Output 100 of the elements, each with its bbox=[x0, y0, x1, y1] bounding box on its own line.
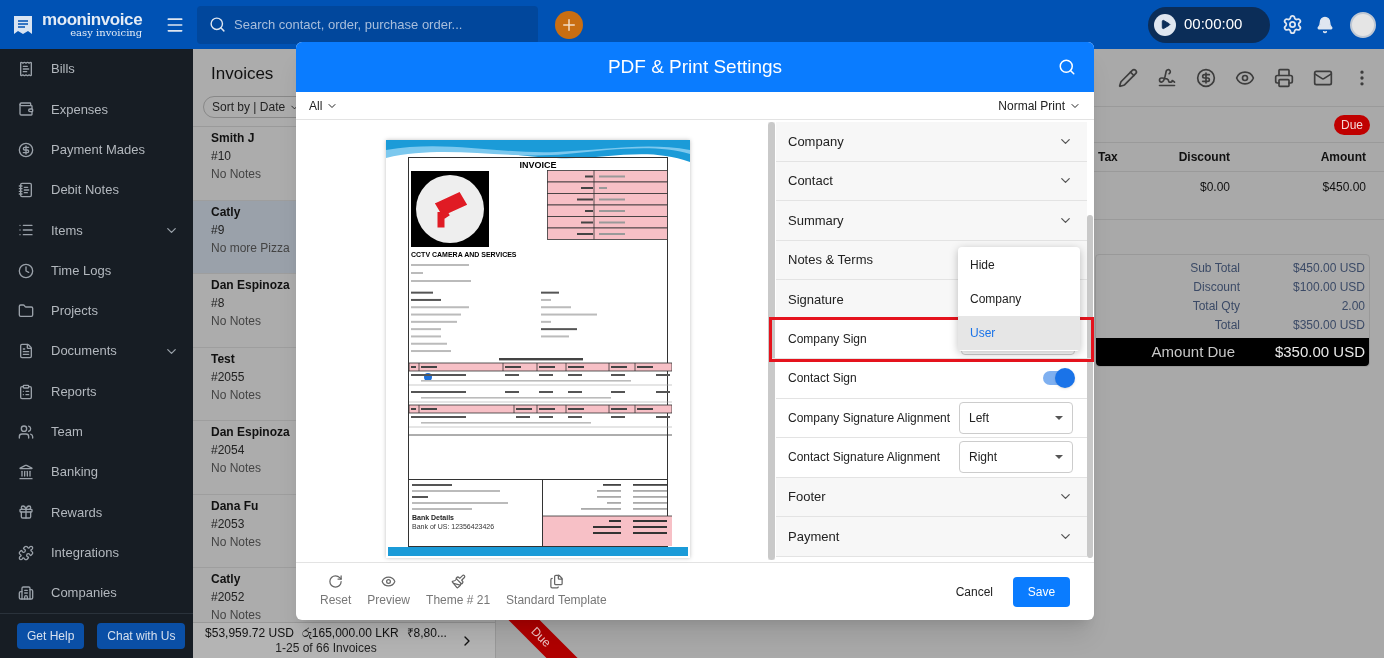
invoice-note: No Notes bbox=[211, 167, 262, 181]
avatar[interactable] bbox=[1350, 11, 1376, 38]
settings-section[interactable]: Footer bbox=[776, 477, 1087, 517]
sidebar-item[interactable]: Integrations bbox=[0, 532, 193, 573]
summary-value: $450.00 USD bbox=[1291, 260, 1365, 277]
status-badge: Due bbox=[1334, 114, 1370, 135]
add-button[interactable] bbox=[555, 10, 583, 39]
sidebar-item[interactable]: Rewards bbox=[0, 492, 193, 533]
sidebar-item[interactable]: Companies bbox=[0, 572, 193, 614]
settings-section[interactable]: Contact bbox=[776, 161, 1087, 201]
toolbar-button[interactable]: Preview bbox=[367, 574, 411, 609]
menu-option[interactable]: Hide bbox=[958, 248, 1080, 282]
toolbar-button[interactable]: Theme # 21 bbox=[426, 574, 491, 609]
dollar-icon bbox=[18, 141, 34, 158]
bell-icon[interactable] bbox=[1316, 15, 1334, 34]
invoice-number: #2055 bbox=[211, 369, 245, 384]
dollar-icon[interactable] bbox=[1196, 67, 1216, 88]
filter-dropdown[interactable]: All bbox=[309, 96, 339, 115]
settings-icon[interactable] bbox=[1282, 14, 1303, 35]
building-icon bbox=[18, 585, 34, 601]
logo-icon bbox=[12, 13, 34, 36]
scrollbar[interactable] bbox=[768, 122, 775, 560]
sidebar-item[interactable]: Bills bbox=[0, 49, 193, 90]
document-icon bbox=[548, 574, 564, 589]
eye-icon bbox=[381, 574, 397, 589]
summary-label: Discount bbox=[1193, 279, 1240, 296]
menu-option[interactable]: User bbox=[958, 316, 1080, 350]
total-amount: $53,959.72 USD bbox=[205, 625, 294, 641]
invoice-number: #9 bbox=[211, 222, 225, 237]
puzzle-icon bbox=[18, 544, 34, 561]
sidebar-item[interactable]: Documents bbox=[0, 331, 193, 372]
signature-icon[interactable] bbox=[1157, 67, 1177, 88]
settings-section[interactable]: Summary bbox=[776, 201, 1087, 241]
summary-value: 2.00 bbox=[1340, 298, 1365, 315]
invoice-note: No Notes bbox=[211, 608, 262, 622]
settings-section[interactable]: Payment bbox=[776, 517, 1087, 557]
help-button[interactable]: Chat with Us bbox=[97, 623, 186, 650]
cancel-button[interactable]: Cancel bbox=[945, 576, 1003, 607]
sidebar-item[interactable]: Banking bbox=[0, 451, 193, 493]
table-cell-text: $0.00 bbox=[1198, 179, 1230, 196]
invoice-note: No Notes bbox=[211, 387, 262, 402]
invoice-note: No Notes bbox=[211, 461, 262, 475]
table-cell-text: $450.00 bbox=[1321, 179, 1366, 196]
gift-icon bbox=[18, 504, 34, 521]
select-field[interactable]: Left bbox=[959, 401, 1073, 434]
customer-name: Dan Espinoza bbox=[211, 278, 290, 292]
sidebar-item[interactable]: Projects bbox=[0, 290, 193, 332]
bills-icon bbox=[18, 61, 34, 78]
wallet-icon bbox=[18, 101, 34, 118]
invoice-note: No Notes bbox=[211, 534, 262, 549]
sidebar-item[interactable]: Debit Notes bbox=[0, 169, 193, 211]
toolbar-button[interactable]: Standard Template bbox=[506, 574, 607, 609]
logo-tagline: easy invoicing bbox=[70, 28, 143, 38]
invoice-number: #2052 bbox=[211, 590, 245, 604]
summary-label: Total bbox=[1214, 317, 1240, 334]
invoice-count: 1-25 of 66 Invoices bbox=[275, 640, 377, 656]
text-lines-drawing bbox=[411, 289, 471, 355]
sidebar-item[interactable]: Payment Mades bbox=[0, 129, 193, 170]
sidebar-item[interactable]: Team bbox=[0, 411, 193, 452]
setting-label: Contact Signature Alignment bbox=[788, 449, 942, 467]
toggle-switch[interactable] bbox=[1043, 371, 1073, 386]
search-field[interactable]: Search contact, order, purchase order... bbox=[197, 5, 538, 44]
help-button[interactable]: Get Help bbox=[17, 623, 85, 650]
printer-icon[interactable] bbox=[1274, 67, 1294, 88]
customer-name: Test bbox=[211, 351, 235, 366]
scrollbar[interactable] bbox=[1087, 215, 1093, 558]
setting-label: Company Sign bbox=[788, 330, 868, 348]
invoice-note: No more Pizza bbox=[211, 240, 290, 255]
invoice-number: #8 bbox=[211, 296, 225, 310]
people-icon bbox=[18, 423, 34, 440]
search-input[interactable]: Search contact, order, purchase order... bbox=[234, 14, 526, 35]
clipboard-icon bbox=[18, 383, 34, 400]
sidebar-item[interactable]: Reports bbox=[0, 371, 193, 412]
clock-icon bbox=[18, 262, 34, 279]
print-mode-dropdown[interactable]: Normal Print bbox=[998, 96, 1081, 115]
pencil-icon[interactable] bbox=[1118, 67, 1138, 88]
select-field[interactable]: Right bbox=[959, 441, 1073, 474]
sidebar-item[interactable]: Time Logs bbox=[0, 250, 193, 291]
bank-icon bbox=[18, 464, 34, 481]
toolbar-button[interactable]: Reset bbox=[320, 574, 352, 609]
customer-name: Catly bbox=[211, 204, 241, 219]
column-header: Tax bbox=[1098, 149, 1119, 166]
summary-label: Total Qty bbox=[1192, 298, 1240, 315]
save-button[interactable]: Save bbox=[1013, 576, 1070, 607]
notebook-icon bbox=[18, 182, 34, 199]
customer-name: Dana Fu bbox=[211, 498, 259, 513]
settings-section[interactable]: Company bbox=[776, 122, 1087, 162]
play-icon bbox=[1154, 13, 1176, 36]
menu-option[interactable]: Company bbox=[958, 282, 1080, 316]
reload-icon bbox=[328, 574, 344, 589]
customer-name: Smith J bbox=[211, 131, 255, 145]
summary-value: $350.00 USD bbox=[1291, 317, 1365, 334]
invoice-number: #10 bbox=[211, 149, 232, 163]
list-title: Invoices bbox=[211, 63, 275, 85]
total-amount: රු165,000.00 LKR bbox=[301, 625, 399, 641]
sidebar-item[interactable]: Items bbox=[0, 210, 193, 251]
sidebar-item[interactable]: Expenses bbox=[0, 89, 193, 130]
search-icon[interactable] bbox=[1058, 58, 1076, 76]
timer[interactable]: 00:00:00 bbox=[1148, 6, 1270, 43]
invoice-title: INVOICE bbox=[519, 159, 557, 171]
